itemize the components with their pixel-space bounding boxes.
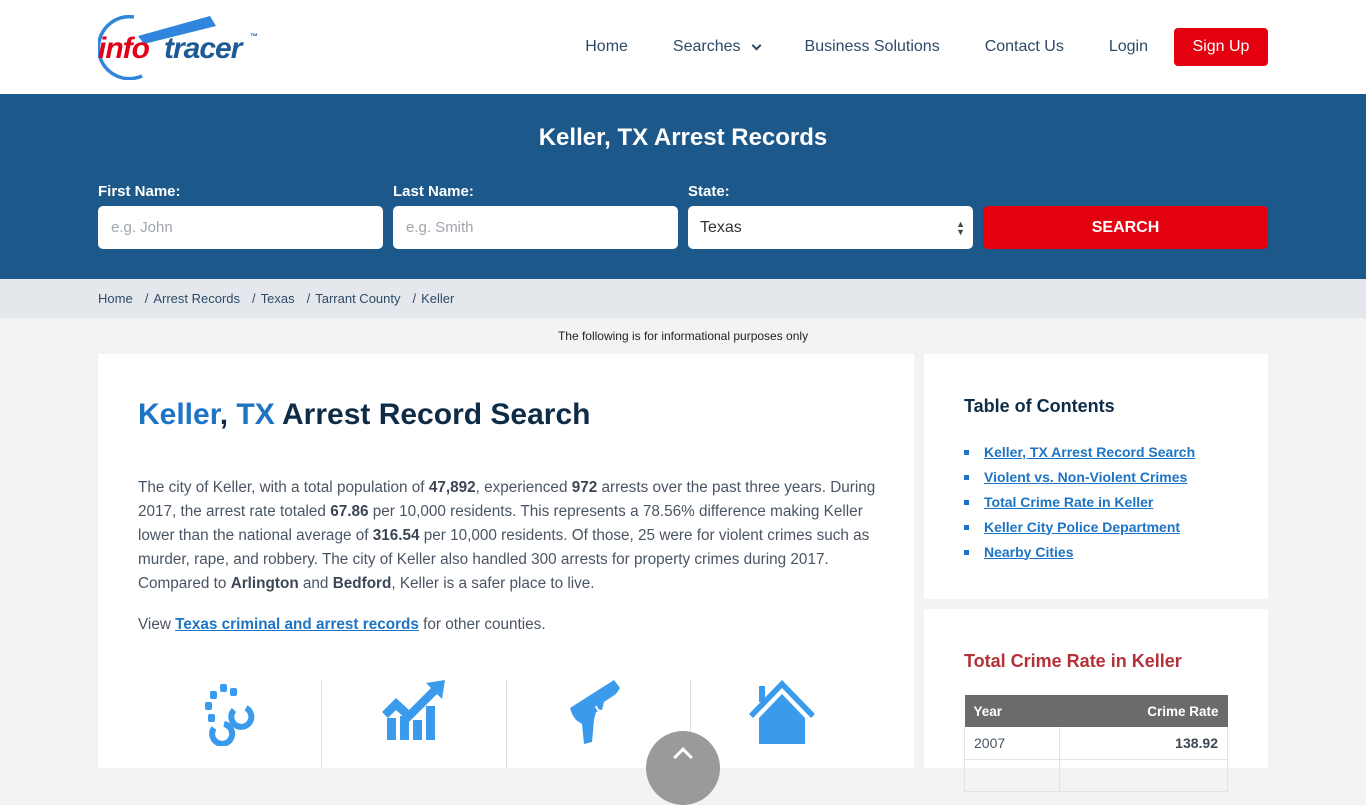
compare-city-1: Arlington xyxy=(230,575,299,592)
main-nav: Home Searches Business Solutions Contact… xyxy=(585,28,1268,66)
logo-info-text: info xyxy=(98,32,150,65)
nav-contact-us[interactable]: Contact Us xyxy=(985,38,1064,56)
text: and xyxy=(298,575,333,592)
title-city: Keller xyxy=(138,398,220,431)
crime-rate-title: Total Crime Rate in Keller xyxy=(964,651,1182,671)
year-cell: 2007 xyxy=(964,727,1060,760)
search-button[interactable]: SEARCH xyxy=(983,206,1268,249)
toc-link-arrest-record-search[interactable]: Keller, TX Arrest Record Search xyxy=(984,444,1195,460)
infotracer-logo[interactable]: info tracer ™ xyxy=(98,14,263,80)
rate-cell: 138.92 xyxy=(1058,727,1229,760)
toc-link-police-department[interactable]: Keller City Police Department xyxy=(984,519,1180,535)
arrests-value: 972 xyxy=(571,479,598,496)
breadcrumb-arrest-records[interactable]: Arrest Records xyxy=(153,291,240,306)
arrest-rate-value: 67.86 xyxy=(330,503,369,520)
icon-cell-growth xyxy=(322,680,507,768)
hero-title: Keller, TX Arrest Records xyxy=(538,124,828,151)
table-header-row: Year Crime Rate xyxy=(964,695,1228,727)
toc-item: Keller, TX Arrest Record Search xyxy=(964,439,1195,464)
site-header: info tracer ™ Home Searches Business Sol… xyxy=(0,0,1366,94)
breadcrumb-keller[interactable]: Keller xyxy=(421,291,454,306)
first-name-input[interactable] xyxy=(98,206,383,249)
first-name-label: First Name: xyxy=(98,183,181,200)
handcuffs-icon xyxy=(204,684,254,746)
table-row: 2007 138.92 xyxy=(964,727,1229,760)
breadcrumb-separator: / xyxy=(144,291,149,306)
icon-cell-arrests xyxy=(138,680,323,768)
crime-rate-panel: Total Crime Rate in Keller Year Crime Ra… xyxy=(924,609,1268,792)
crime-rate-table: Year Crime Rate 2007 138.92 xyxy=(964,695,1229,792)
breadcrumb-texas[interactable]: Texas xyxy=(261,291,295,306)
national-average-value: 316.54 xyxy=(372,527,420,544)
view-records-line: View Texas criminal and arrest records f… xyxy=(138,616,546,634)
toc-item: Total Crime Rate in Keller xyxy=(964,489,1195,514)
toc-link-violent-crimes[interactable]: Violent vs. Non-Violent Crimes xyxy=(984,469,1187,485)
scroll-to-top-button[interactable] xyxy=(646,731,720,805)
nav-business-solutions[interactable]: Business Solutions xyxy=(805,38,940,56)
toc-item: Violent vs. Non-Violent Crimes xyxy=(964,464,1195,489)
toc-title: Table of Contents xyxy=(964,396,1115,416)
toc-link-nearby-cities[interactable]: Nearby Cities xyxy=(984,544,1073,560)
title-comma: , xyxy=(219,398,229,431)
toc-link-total-crime-rate[interactable]: Total Crime Rate in Keller xyxy=(984,494,1153,510)
texas-records-link[interactable]: Texas criminal and arrest records xyxy=(175,616,419,633)
house-icon xyxy=(749,680,816,744)
toc-item: Keller City Police Department xyxy=(964,514,1195,539)
summary-paragraph: The city of Keller, with a total populat… xyxy=(138,476,878,596)
search-hero: Keller, TX Arrest Records First Name: La… xyxy=(0,94,1366,279)
gun-icon xyxy=(570,680,621,744)
population-value: 47,892 xyxy=(428,479,476,496)
title-rest: Arrest Record Search xyxy=(282,398,591,431)
breadcrumb-tarrant-county[interactable]: Tarrant County xyxy=(315,291,400,306)
text: , experienced xyxy=(475,479,572,496)
compare-city-2: Bedford xyxy=(332,575,392,592)
nav-searches-label: Searches xyxy=(672,38,741,55)
breadcrumb: Home / Arrest Records / Texas / Tarrant … xyxy=(0,279,1366,318)
breadcrumb-separator: / xyxy=(412,291,417,306)
sign-up-button[interactable]: Sign Up xyxy=(1174,28,1268,66)
main-content: Keller, TX Arrest Record Search The city… xyxy=(98,354,914,768)
chart-growth-icon xyxy=(381,680,445,740)
select-arrows-icon: ▲ ▼ xyxy=(956,218,965,237)
toc-list: Keller, TX Arrest Record Search Violent … xyxy=(964,439,1195,564)
text: View xyxy=(138,616,176,633)
year-cell xyxy=(964,759,1060,792)
nav-login[interactable]: Login xyxy=(1109,38,1148,56)
breadcrumb-separator: / xyxy=(306,291,311,306)
column-header-crime-rate: Crime Rate xyxy=(1059,695,1228,727)
text: for other counties. xyxy=(418,616,546,633)
logo-trademark: ™ xyxy=(250,32,258,41)
rate-cell xyxy=(1058,759,1229,792)
stats-icons-row xyxy=(138,680,874,768)
last-name-label: Last Name: xyxy=(393,183,474,200)
last-name-input[interactable] xyxy=(393,206,678,249)
informational-note: The following is for informational purpo… xyxy=(557,329,809,343)
state-select[interactable]: Texas ▲ ▼ xyxy=(688,206,973,249)
logo-tracer-text: tracer xyxy=(164,32,242,65)
state-label: State: xyxy=(688,183,730,200)
icon-cell-property xyxy=(691,680,874,768)
nav-home[interactable]: Home xyxy=(585,38,628,56)
chevron-down-icon xyxy=(751,40,761,50)
chevron-up-icon xyxy=(673,747,693,767)
state-select-value: Texas xyxy=(700,218,742,236)
table-row xyxy=(964,759,1229,792)
toc-item: Nearby Cities xyxy=(964,539,1195,564)
text: The city of Keller, with a total populat… xyxy=(138,479,429,496)
breadcrumb-separator: / xyxy=(252,291,256,306)
column-header-year: Year xyxy=(964,695,1060,727)
breadcrumb-home[interactable]: Home xyxy=(98,291,133,306)
nav-searches[interactable]: Searches xyxy=(672,38,761,56)
page-title: Keller, TX Arrest Record Search xyxy=(138,398,590,432)
title-state: TX xyxy=(236,398,275,431)
text: , Keller is a safer place to live. xyxy=(391,575,595,592)
table-of-contents: Table of Contents Keller, TX Arrest Reco… xyxy=(924,354,1268,599)
